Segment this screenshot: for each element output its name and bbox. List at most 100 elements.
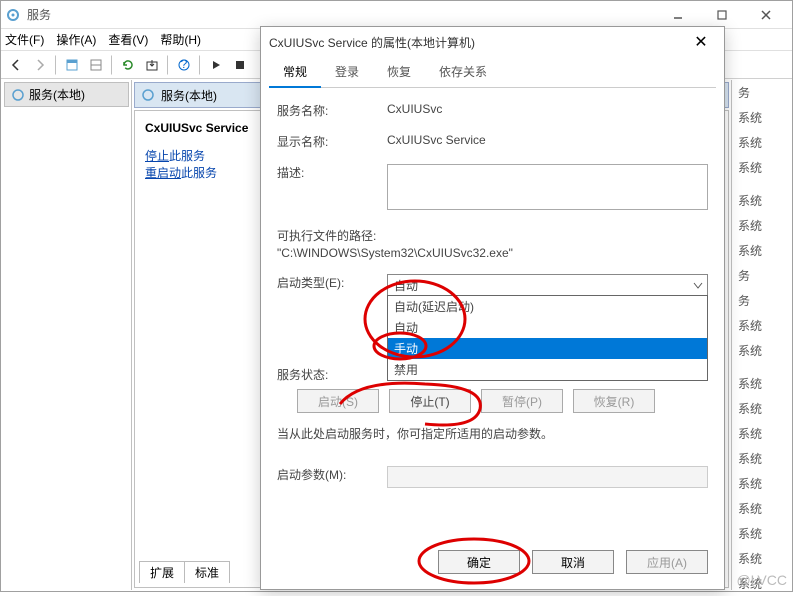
list-item[interactable]: 系统 [732, 546, 791, 571]
list-item[interactable]: 务 [732, 80, 791, 105]
tree-pane: 服务(本地) [2, 80, 132, 590]
maximize-button[interactable] [700, 2, 744, 28]
list-item[interactable] [732, 363, 791, 371]
list-item[interactable]: 系统 [732, 496, 791, 521]
menu-action[interactable]: 操作(A) [56, 31, 96, 48]
combo-option-delayed[interactable]: 自动(延迟启动) [388, 296, 707, 317]
stop-icon[interactable] [229, 54, 251, 76]
list-item[interactable]: 系统 [732, 238, 791, 263]
startup-type-combo[interactable]: 自动 [387, 274, 708, 296]
minimize-button[interactable] [656, 2, 700, 28]
ok-button[interactable]: 确定 [438, 550, 520, 574]
list-item[interactable]: 系统 [732, 371, 791, 396]
tab-standard[interactable]: 标准 [184, 561, 230, 583]
menu-help[interactable]: 帮助(H) [160, 31, 201, 48]
refresh-icon[interactable] [117, 54, 139, 76]
list-item[interactable]: 系统 [732, 421, 791, 446]
gear-icon [5, 7, 21, 23]
service-name-label: 服务名称: [277, 102, 387, 119]
description-label: 描述: [277, 164, 387, 181]
back-button[interactable] [5, 54, 27, 76]
toolbar-separator [167, 55, 169, 75]
right-list: 务系统系统系统系统系统系统务务系统系统系统系统系统系统系统系统系统系统系统 [732, 80, 791, 596]
list-item[interactable]: 系统 [732, 188, 791, 213]
list-item[interactable]: 系统 [732, 105, 791, 130]
dialog-titlebar: CxUIUSvc Service 的属性(本地计算机) ✕ [261, 27, 724, 57]
properties-dialog: CxUIUSvc Service 的属性(本地计算机) ✕ 常规 登录 恢复 依… [260, 26, 725, 590]
stop-suffix: 此服务 [169, 149, 205, 163]
list-item[interactable]: 系统 [732, 396, 791, 421]
restart-link[interactable]: 重启动 [145, 166, 181, 180]
list-item[interactable]: 务 [732, 263, 791, 288]
right-pane: 务系统系统系统系统系统系统务务系统系统系统系统系统系统系统系统系统系统系统 [731, 80, 791, 590]
toolbar-icon-2[interactable] [85, 54, 107, 76]
list-item[interactable]: 系统 [732, 130, 791, 155]
tree-node-label: 服务(本地) [29, 86, 85, 103]
service-control-row: 启动(S) 停止(T) 暂停(P) 恢复(R) [297, 389, 708, 413]
menu-file[interactable]: 文件(F) [5, 31, 44, 48]
mid-header-label: 服务(本地) [161, 87, 217, 104]
help-icon[interactable]: ? [173, 54, 195, 76]
description-textarea[interactable] [387, 164, 708, 210]
display-name-value: CxUIUSvc Service [387, 133, 708, 147]
list-item[interactable]: 务 [732, 288, 791, 313]
mid-tabs: 扩展 标准 [139, 561, 230, 583]
tab-dependencies[interactable]: 依存关系 [425, 57, 501, 87]
resume-button: 恢复(R) [573, 389, 655, 413]
menu-view[interactable]: 查看(V) [108, 31, 148, 48]
stop-link[interactable]: 停止 [145, 149, 169, 163]
list-item[interactable]: 系统 [732, 446, 791, 471]
combo-option-auto[interactable]: 自动 [388, 317, 707, 338]
list-item[interactable]: 系统 [732, 213, 791, 238]
toolbar-separator [111, 55, 113, 75]
dialog-title: CxUIUSvc Service 的属性(本地计算机) [269, 34, 686, 51]
startup-type-value: 自动 [394, 277, 418, 294]
start-params-label: 启动参数(M): [277, 466, 387, 483]
tab-general[interactable]: 常规 [269, 57, 321, 88]
tab-logon[interactable]: 登录 [321, 57, 373, 87]
apply-button: 应用(A) [626, 550, 708, 574]
dialog-footer: 确定 取消 应用(A) [261, 541, 724, 589]
list-item[interactable]: 系统 [732, 338, 791, 363]
tab-recovery[interactable]: 恢复 [373, 57, 425, 87]
tree-node-services[interactable]: 服务(本地) [4, 82, 129, 107]
gear-icon [11, 88, 25, 102]
start-button: 启动(S) [297, 389, 379, 413]
dialog-tabs: 常规 登录 恢复 依存关系 [269, 57, 716, 88]
start-params-input [387, 466, 708, 488]
startup-note: 当从此处启动服务时，你可指定所适用的启动参数。 [277, 425, 708, 442]
exe-path-label: 可执行文件的路径: [277, 227, 708, 244]
watermark: @LVCC [736, 572, 787, 588]
export-icon[interactable] [141, 54, 163, 76]
main-title: 服务 [27, 6, 656, 23]
exe-path-value: "C:\WINDOWS\System32\CxUIUSvc32.exe" [277, 246, 708, 260]
combo-option-disabled[interactable]: 禁用 [388, 359, 707, 380]
chevron-down-icon [693, 280, 703, 294]
stop-button[interactable]: 停止(T) [389, 389, 471, 413]
list-item[interactable]: 系统 [732, 155, 791, 180]
main-titlebar: 服务 [1, 1, 792, 29]
toolbar-icon-1[interactable] [61, 54, 83, 76]
list-item[interactable]: 系统 [732, 313, 791, 338]
restart-suffix: 此服务 [181, 166, 217, 180]
gear-icon [141, 88, 155, 102]
list-item[interactable] [732, 180, 791, 188]
dialog-close-button[interactable]: ✕ [686, 27, 716, 57]
pause-button: 暂停(P) [481, 389, 563, 413]
svg-text:?: ? [181, 58, 188, 71]
toolbar-separator [55, 55, 57, 75]
toolbar-separator [199, 55, 201, 75]
list-item[interactable]: 系统 [732, 521, 791, 546]
startup-type-dropdown: 自动(延迟启动) 自动 手动 禁用 [387, 295, 708, 381]
cancel-button[interactable]: 取消 [532, 550, 614, 574]
close-button[interactable] [744, 2, 788, 28]
combo-option-manual[interactable]: 手动 [388, 338, 707, 359]
forward-button[interactable] [29, 54, 51, 76]
tab-extended[interactable]: 扩展 [139, 561, 185, 583]
display-name-label: 显示名称: [277, 133, 387, 150]
play-icon[interactable] [205, 54, 227, 76]
service-name-value: CxUIUSvc [387, 102, 708, 116]
dialog-body: 服务名称: CxUIUSvc 显示名称: CxUIUSvc Service 描述… [261, 88, 724, 541]
list-item[interactable]: 系统 [732, 471, 791, 496]
startup-type-label: 启动类型(E): [277, 274, 387, 291]
